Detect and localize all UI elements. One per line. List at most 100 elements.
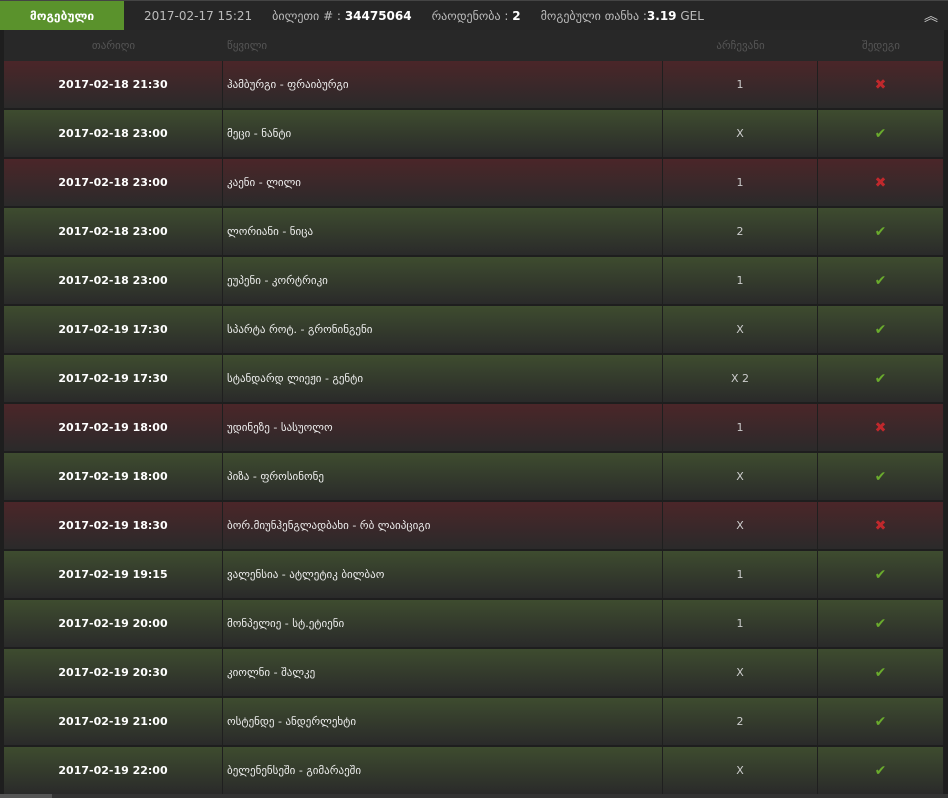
ticket-number-label: ბილეთი # : — [272, 8, 341, 23]
row-pair: უდინეზე - სასუოლო — [223, 404, 663, 451]
row-pair: ოსტენდე - ანდერლეხტი — [223, 698, 663, 745]
check-icon: ✔ — [874, 762, 887, 779]
won-amount: მოგებული თანხა :3.19 GEL — [541, 9, 704, 23]
check-icon: ✔ — [874, 321, 887, 338]
check-icon: ✔ — [874, 468, 887, 485]
check-icon: ✔ — [874, 125, 887, 142]
table-row: 2017-02-19 17:30 სპარტა როტ. - გრონინგენ… — [4, 306, 944, 353]
table-row: 2017-02-19 17:30 სტანდარდ ლიეჟი - გენტი … — [4, 355, 944, 402]
row-result: ✖ — [818, 159, 944, 206]
table-row: 2017-02-19 19:15 ვალენსია - ატლეტიკ ბილბ… — [4, 551, 944, 598]
row-date: 2017-02-18 23:00 — [4, 159, 223, 206]
row-date: 2017-02-19 22:00 — [4, 747, 223, 794]
row-choice: X 2 — [663, 355, 818, 402]
check-icon: ✔ — [874, 223, 887, 240]
row-result: ✔ — [818, 649, 944, 696]
row-choice: X — [663, 110, 818, 157]
row-pair: სტანდარდ ლიეჟი - გენტი — [223, 355, 663, 402]
won-amount-label: მოგებული თანხა : — [540, 8, 647, 23]
table-row: 2017-02-18 21:30 ჰამბურგი - ფრაიბურგი 1 … — [4, 61, 944, 108]
row-date: 2017-02-19 18:30 — [4, 502, 223, 549]
row-result: ✖ — [818, 404, 944, 451]
row-result: ✔ — [818, 355, 944, 402]
row-pair: ბელენენსეში - გიმარაეში — [223, 747, 663, 794]
row-result: ✔ — [818, 208, 944, 255]
row-pair: ეუპენი - კორტრიკი — [223, 257, 663, 304]
check-icon: ✔ — [874, 664, 887, 681]
table-row: 2017-02-19 18:00 პიზა - ფროსინონე X ✔ — [4, 453, 944, 500]
cross-icon: ✖ — [874, 76, 887, 93]
row-pair: ვალენსია - ატლეტიკ ბილბაო — [223, 551, 663, 598]
row-choice: 1 — [663, 404, 818, 451]
currency: GEL — [680, 8, 704, 23]
row-result: ✔ — [818, 698, 944, 745]
table-row: 2017-02-19 22:00 ბელენენსეში - გიმარაეში… — [4, 747, 944, 794]
row-result: ✔ — [818, 551, 944, 598]
row-result: ✔ — [818, 600, 944, 647]
row-choice: X — [663, 306, 818, 353]
count-label: რაოდენობა : — [431, 8, 509, 23]
row-choice: 1 — [663, 257, 818, 304]
ticket-datetime: 2017-02-17 15:21 — [144, 8, 253, 23]
row-pair: ბორ.მიუნჰენგლადბახი - რბ ლაიპციგი — [223, 502, 663, 549]
ticket-header: მოგებული 2017-02-17 15:21 ბილეთი # : 344… — [0, 0, 948, 30]
col-date: თარიღი — [91, 39, 136, 52]
row-date: 2017-02-18 23:00 — [4, 110, 223, 157]
row-result: ✔ — [818, 747, 944, 794]
row-choice: X — [663, 649, 818, 696]
row-choice: 2 — [663, 698, 818, 745]
col-pair: წყვილი — [227, 39, 268, 52]
row-result: ✔ — [818, 110, 944, 157]
check-icon: ✔ — [874, 272, 887, 289]
table-row: 2017-02-18 23:00 ეუპენი - კორტრიკი 1 ✔ — [4, 257, 944, 304]
row-choice: 1 — [663, 159, 818, 206]
row-date: 2017-02-19 18:00 — [4, 404, 223, 451]
row-date: 2017-02-19 20:00 — [4, 600, 223, 647]
row-pair: ლორიანი - ნიცა — [223, 208, 663, 255]
row-choice: X — [663, 747, 818, 794]
row-date: 2017-02-19 21:00 — [4, 698, 223, 745]
row-choice: 2 — [663, 208, 818, 255]
row-result: ✖ — [818, 61, 944, 108]
horizontal-scrollbar[interactable] — [0, 794, 948, 798]
check-icon: ✔ — [874, 566, 887, 583]
row-pair: კაენი - ლილი — [223, 159, 663, 206]
status-tab-won[interactable]: მოგებული — [0, 1, 124, 30]
ticket-number-value: 34475064 — [344, 8, 412, 23]
row-pair: ჰამბურგი - ფრაიბურგი — [223, 61, 663, 108]
row-date: 2017-02-18 23:00 — [4, 257, 223, 304]
col-result: შედეგი — [862, 39, 900, 52]
double-chevron-up-icon[interactable]: ︽ — [924, 6, 938, 26]
table-row: 2017-02-19 20:30 კიოლნი - შალკე X ✔ — [4, 649, 944, 696]
table-row: 2017-02-18 23:00 კაენი - ლილი 1 ✖ — [4, 159, 944, 206]
table-row: 2017-02-19 21:00 ოსტენდე - ანდერლეხტი 2 … — [4, 698, 944, 745]
row-result: ✔ — [818, 306, 944, 353]
table-row: 2017-02-18 23:00 მეცი - ნანტი X ✔ — [4, 110, 944, 157]
row-choice: X — [663, 502, 818, 549]
row-date: 2017-02-19 20:30 — [4, 649, 223, 696]
scrollbar-thumb[interactable] — [0, 794, 52, 798]
row-pair: მონპელიე - სტ.ეტიენი — [223, 600, 663, 647]
row-date: 2017-02-19 17:30 — [4, 355, 223, 402]
row-date: 2017-02-19 17:30 — [4, 306, 223, 353]
cross-icon: ✖ — [874, 419, 887, 436]
check-icon: ✔ — [874, 370, 887, 387]
row-choice: 1 — [663, 61, 818, 108]
bets-table: 2017-02-18 21:30 ჰამბურგი - ფრაიბურგი 1 … — [4, 61, 944, 796]
row-date: 2017-02-18 23:00 — [4, 208, 223, 255]
row-date: 2017-02-19 19:15 — [4, 551, 223, 598]
row-pair: სპარტა როტ. - გრონინგენი — [223, 306, 663, 353]
ticket-number: ბილეთი # : 34475064 — [272, 9, 411, 23]
row-result: ✖ — [818, 502, 944, 549]
row-choice: X — [663, 453, 818, 500]
row-pair: პიზა - ფროსინონე — [223, 453, 663, 500]
table-row: 2017-02-19 18:30 ბორ.მიუნჰენგლადბახი - რ… — [4, 502, 944, 549]
row-date: 2017-02-18 21:30 — [4, 61, 223, 108]
row-result: ✔ — [818, 453, 944, 500]
table-row: 2017-02-19 18:00 უდინეზე - სასუოლო 1 ✖ — [4, 404, 944, 451]
cross-icon: ✖ — [874, 517, 887, 534]
won-amount-value: 3.19 — [646, 8, 677, 23]
table-header: თარიღი წყვილი არჩევანი შედეგი — [4, 30, 944, 61]
ticket-count: რაოდენობა : 2 — [432, 9, 521, 23]
col-choice: არჩევანი — [716, 39, 765, 52]
